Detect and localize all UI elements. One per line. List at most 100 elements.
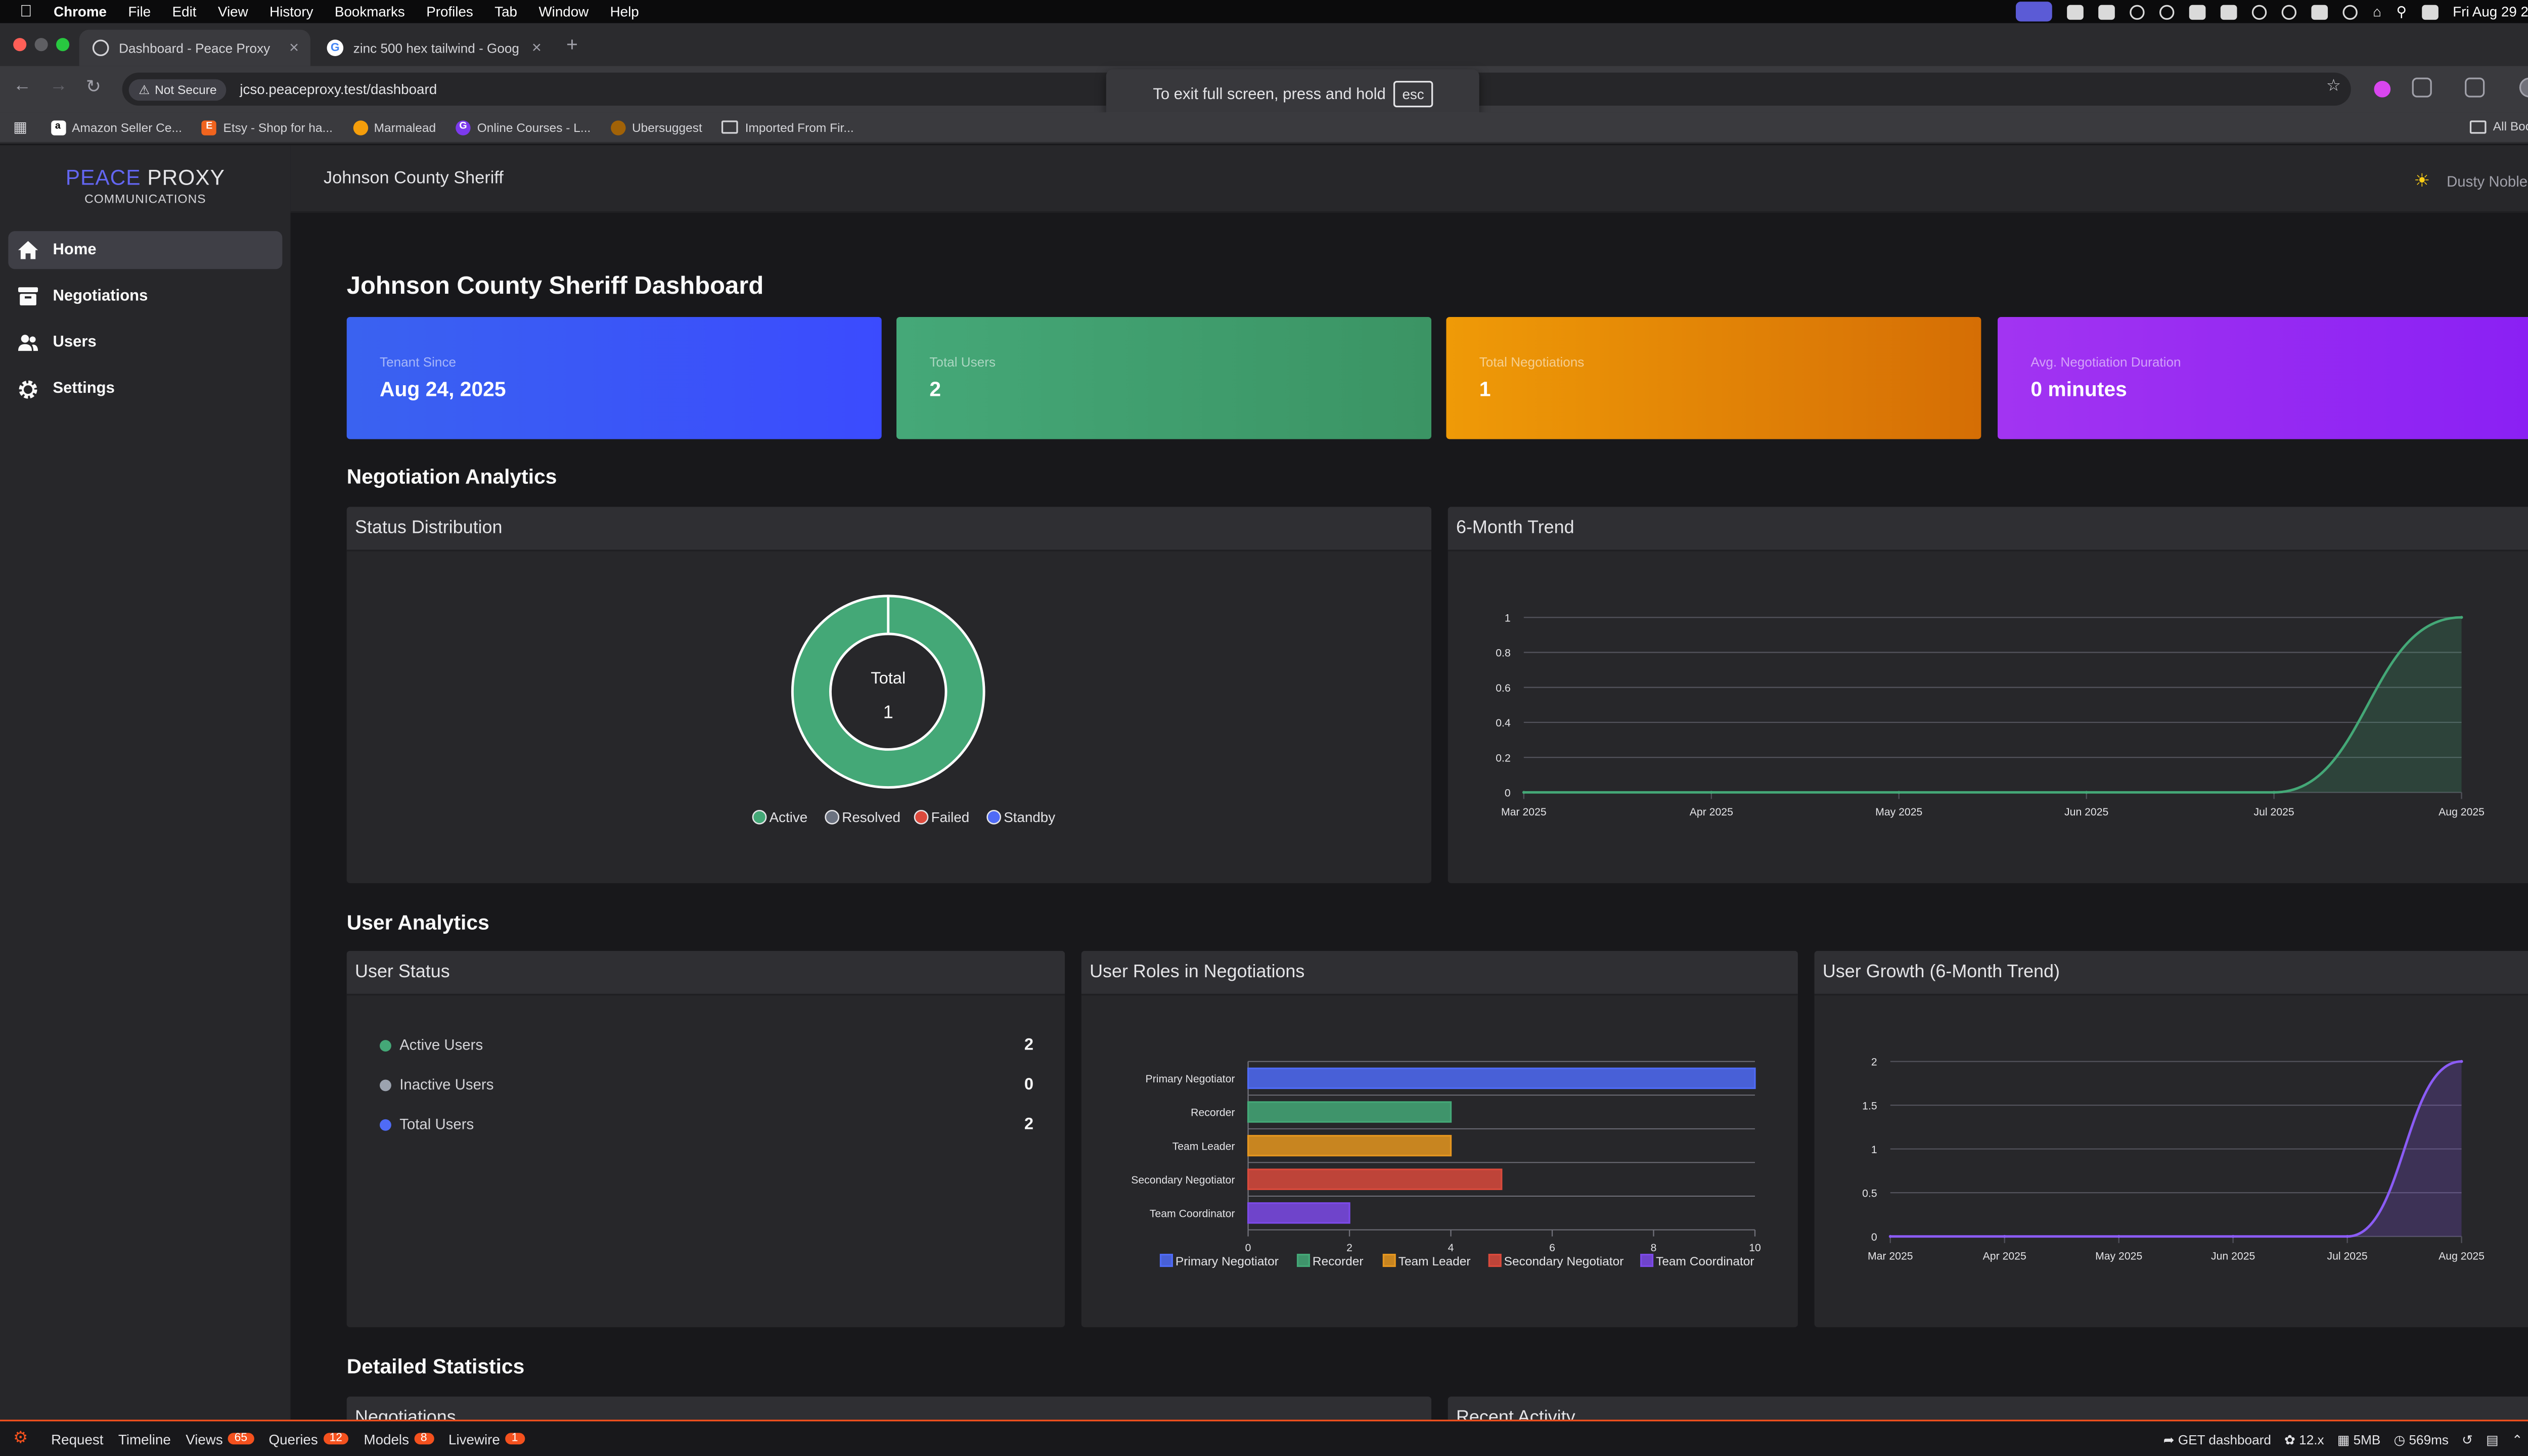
legend-swatch — [1640, 1253, 1654, 1267]
donut-inner-border — [829, 632, 947, 751]
side-panel-icon[interactable] — [2465, 77, 2485, 98]
status-icon[interactable] — [2130, 4, 2145, 19]
debugbar-tab-models[interactable]: Models 8 — [364, 1430, 434, 1447]
bookmark-amazon[interactable]: a Amazon Seller Ce... — [50, 119, 182, 135]
bar-team-coordinator — [1247, 1202, 1350, 1224]
data-point — [2231, 1235, 2235, 1238]
status-icon[interactable] — [2160, 4, 2175, 19]
data-point — [2003, 1235, 2006, 1238]
y-tick-label: 1 — [1505, 612, 1511, 624]
x-tick-label: Mar 2025 — [1868, 1250, 1913, 1262]
apple-icon[interactable]:  — [20, 3, 32, 21]
leaf-icon: ✿ — [2284, 1432, 2299, 1447]
history-icon[interactable]: ↺ — [2462, 1432, 2473, 1447]
back-icon[interactable]: ← — [13, 76, 31, 96]
spotlight-icon[interactable]: ⚲ — [2396, 3, 2406, 21]
version-text: 12.x — [2299, 1432, 2324, 1447]
window-close-icon[interactable] — [13, 38, 27, 52]
donut-center-value: 1 — [883, 701, 893, 722]
debugbar-tab-timeline[interactable]: Timeline — [118, 1430, 171, 1447]
bookmark-imported-folder[interactable]: Imported From Fir... — [722, 120, 854, 134]
debugbar-tab-livewire[interactable]: Livewire 1 — [448, 1430, 525, 1447]
debugbar-tab-views[interactable]: Views 65 — [186, 1430, 254, 1447]
collapse-icon[interactable]: ⌃ — [2512, 1432, 2523, 1447]
all-bookmarks[interactable]: All Bookmarks — [2470, 119, 2528, 133]
menu-history[interactable]: History — [269, 4, 313, 20]
tab-close-icon[interactable]: × — [289, 39, 299, 57]
profile-avatar[interactable] — [2519, 77, 2528, 98]
record-icon[interactable] — [2282, 4, 2297, 19]
status-icon[interactable] — [2221, 4, 2238, 19]
battery-icon[interactable] — [2312, 4, 2329, 19]
control-center-icon[interactable] — [2421, 4, 2438, 19]
wifi-icon[interactable]: ⌂ — [2373, 4, 2381, 20]
cloud-icon[interactable] — [2189, 4, 2206, 19]
menu-tab[interactable]: Tab — [494, 4, 517, 20]
tab-google-search[interactable]: G zinc 500 hex tailwind - Googl × — [313, 30, 553, 66]
app-logo[interactable]: PEACE PROXY COMMUNICATIONS — [0, 165, 291, 207]
menu-help[interactable]: Help — [610, 4, 639, 20]
menu-window[interactable]: Window — [538, 4, 589, 20]
globe-icon — [92, 39, 109, 57]
sidebar-item-label: Settings — [53, 380, 115, 398]
user-growth-chart: 0 0.5 1 1.5 2 Mar 2025 Apr 2025 May 2025 Jun 202… — [1862, 1057, 2485, 1262]
menubar-clock[interactable]: Fri Aug 29 2:29 AM — [2453, 4, 2528, 20]
debugbar-tab-request[interactable]: Request — [51, 1430, 103, 1447]
menu-view[interactable]: View — [218, 4, 248, 20]
tab-close-icon[interactable]: × — [532, 39, 541, 57]
display-icon[interactable] — [2099, 4, 2115, 19]
folder-icon — [722, 120, 739, 134]
bar-primary-negotiator — [1247, 1067, 1756, 1089]
menu-bookmarks[interactable]: Bookmarks — [335, 4, 405, 20]
url-text[interactable]: jcso.peaceproxy.test/dashboard — [240, 81, 437, 98]
sidebar-item-users[interactable]: Users — [8, 324, 282, 361]
y-tick-label: Recorder — [1191, 1107, 1235, 1119]
sidebar-item-home[interactable]: Home — [8, 231, 283, 269]
section-title-user-analytics: User Analytics — [346, 911, 489, 935]
window-minimize-icon[interactable] — [34, 38, 48, 52]
y-tick-label: Secondary Negotiator — [1131, 1174, 1235, 1186]
bookmark-ubersuggest[interactable]: Ubersuggest — [610, 119, 702, 135]
y-tick-label: Team Leader — [1172, 1141, 1235, 1152]
debugbar-logo-icon[interactable]: ⚙ — [13, 1430, 28, 1448]
tab-dashboard[interactable]: Dashboard - Peace Proxy × — [79, 29, 310, 66]
memory-icon: ▦ — [2337, 1432, 2354, 1447]
sun-icon[interactable]: ☀ — [2414, 170, 2430, 192]
extension-icon[interactable] — [2374, 80, 2391, 98]
status-icon[interactable] — [2067, 4, 2084, 19]
security-chip[interactable]: ⚠ Not Secure — [128, 78, 227, 100]
sidebar-item-label: Negotiations — [53, 287, 148, 306]
reload-icon[interactable]: ↻ — [86, 76, 101, 97]
user-menu[interactable]: ☀ Dusty Noble — [2414, 170, 2528, 192]
sidebar-item-settings[interactable]: Settings — [8, 370, 282, 407]
menu-chrome[interactable]: Chrome — [54, 4, 107, 20]
debugbar-route[interactable]: ➦ GET dashboard — [2163, 1432, 2271, 1447]
extensions-puzzle-icon[interactable] — [2412, 77, 2432, 98]
menu-file[interactable]: File — [128, 4, 151, 20]
status-icon[interactable] — [2343, 4, 2358, 19]
sidebar-item-label: Home — [53, 241, 97, 259]
bookmark-marmalead[interactable]: Marmalead — [352, 119, 436, 135]
y-tick-label: 1 — [1871, 1144, 1877, 1156]
forward-icon[interactable]: → — [50, 76, 68, 96]
legend-label-standby: Standby — [1004, 809, 1055, 825]
legend-label: Recorder — [1313, 1255, 1364, 1268]
new-tab-icon[interactable]: + — [566, 33, 578, 56]
debugbar-tab-queries[interactable]: Queries 12 — [269, 1430, 349, 1447]
window-zoom-icon[interactable] — [56, 38, 70, 52]
donut-center-label: Total — [871, 668, 906, 687]
menu-edit[interactable]: Edit — [172, 4, 197, 20]
security-label: Not Secure — [155, 81, 217, 97]
bookmark-etsy[interactable]: E Etsy - Shop for ha... — [202, 119, 333, 135]
apps-grid-icon[interactable]: ▦ — [13, 118, 27, 136]
cloud-icon[interactable] — [2252, 4, 2268, 19]
stat-value: 0 minutes — [2030, 378, 2127, 401]
user-status-label: Total Users — [399, 1116, 474, 1132]
bookmark-online-courses[interactable]: G Online Courses - L... — [456, 119, 591, 135]
bookmark-star-icon[interactable]: ☆ — [2326, 77, 2341, 96]
sidebar-item-negotiations[interactable]: Negotiations — [8, 278, 282, 315]
menu-profiles[interactable]: Profiles — [426, 4, 473, 20]
screen-share-icon[interactable] — [2016, 2, 2053, 22]
bookmark-label: Amazon Seller Ce... — [72, 119, 182, 135]
folder-open-icon[interactable]: ▤ — [2486, 1432, 2499, 1447]
